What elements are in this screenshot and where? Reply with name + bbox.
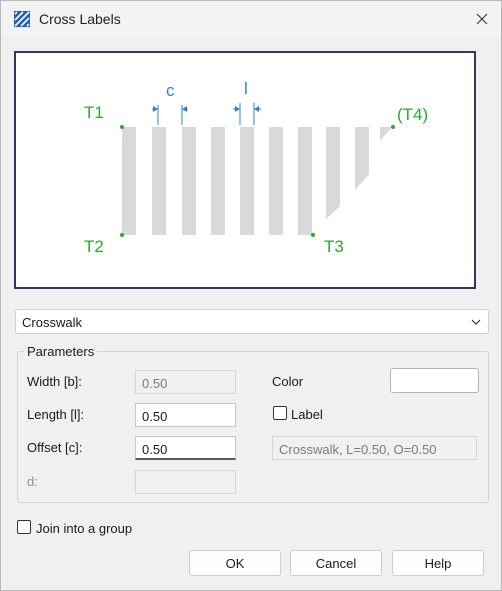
point-label-t1: T1 [84,103,104,122]
crosswalk-stripe [298,127,312,235]
crosswalk-stripe [355,127,369,190]
crosswalk-stripe [211,127,225,235]
ok-button[interactable]: OK [189,550,281,576]
label-text-field: Crosswalk, L=0.50, O=0.50 [272,436,477,460]
cancel-button[interactable]: Cancel [290,550,382,576]
width-label: Width [b]: [27,374,82,389]
dimension-label-c: c [166,81,175,100]
join-group-checkbox[interactable] [17,520,31,534]
offset-label: Offset [c]: [27,440,83,455]
crosswalk-stripe [182,127,196,235]
length-label: Length [l]: [27,407,85,422]
d-field [135,470,236,494]
join-group-label: Join into a group [36,521,133,536]
cross-labels-dialog: Cross Labels T1 T2 T3 (T4) c l Crosswalk… [0,0,502,591]
chevron-down-icon [471,319,481,325]
crosswalk-stripe [240,127,254,235]
point-t4 [391,125,395,129]
close-icon [476,13,488,25]
point-label-t4: (T4) [397,105,429,124]
point-label-t3: T3 [324,237,344,256]
dimension-label-l: l [244,79,248,98]
point-t1 [120,125,124,129]
parameters-title: Parameters [24,344,98,359]
d-label: d: [27,474,38,489]
color-label: Color [272,374,304,389]
crosswalk-stripe [380,127,392,141]
preview-panel: T1 T2 T3 (T4) c l [14,51,476,289]
help-button[interactable]: Help [392,550,484,576]
point-t2 [120,233,124,237]
offset-field[interactable]: 0.50 [135,436,236,460]
hatch-icon [14,11,30,27]
color-button[interactable] [390,368,479,393]
label-checkbox[interactable] [273,406,287,420]
point-t3 [311,233,315,237]
type-select-value: Crosswalk [22,315,82,330]
label-checkbox-text: Label [291,407,323,422]
crosswalk-stripe [269,127,283,235]
crosswalk-stripe [152,127,166,235]
close-button[interactable] [467,5,497,33]
window-title: Cross Labels [39,11,121,27]
type-select[interactable]: Crosswalk [15,309,489,334]
crosswalk-stripe [122,127,136,235]
dimension-l [233,103,261,125]
title-bar: Cross Labels [1,1,501,37]
dimension-c [152,105,188,125]
point-label-t2: T2 [84,237,104,256]
crosswalk-stripe [326,127,340,219]
length-field[interactable]: 0.50 [135,403,236,427]
width-field: 0.50 [135,370,236,394]
